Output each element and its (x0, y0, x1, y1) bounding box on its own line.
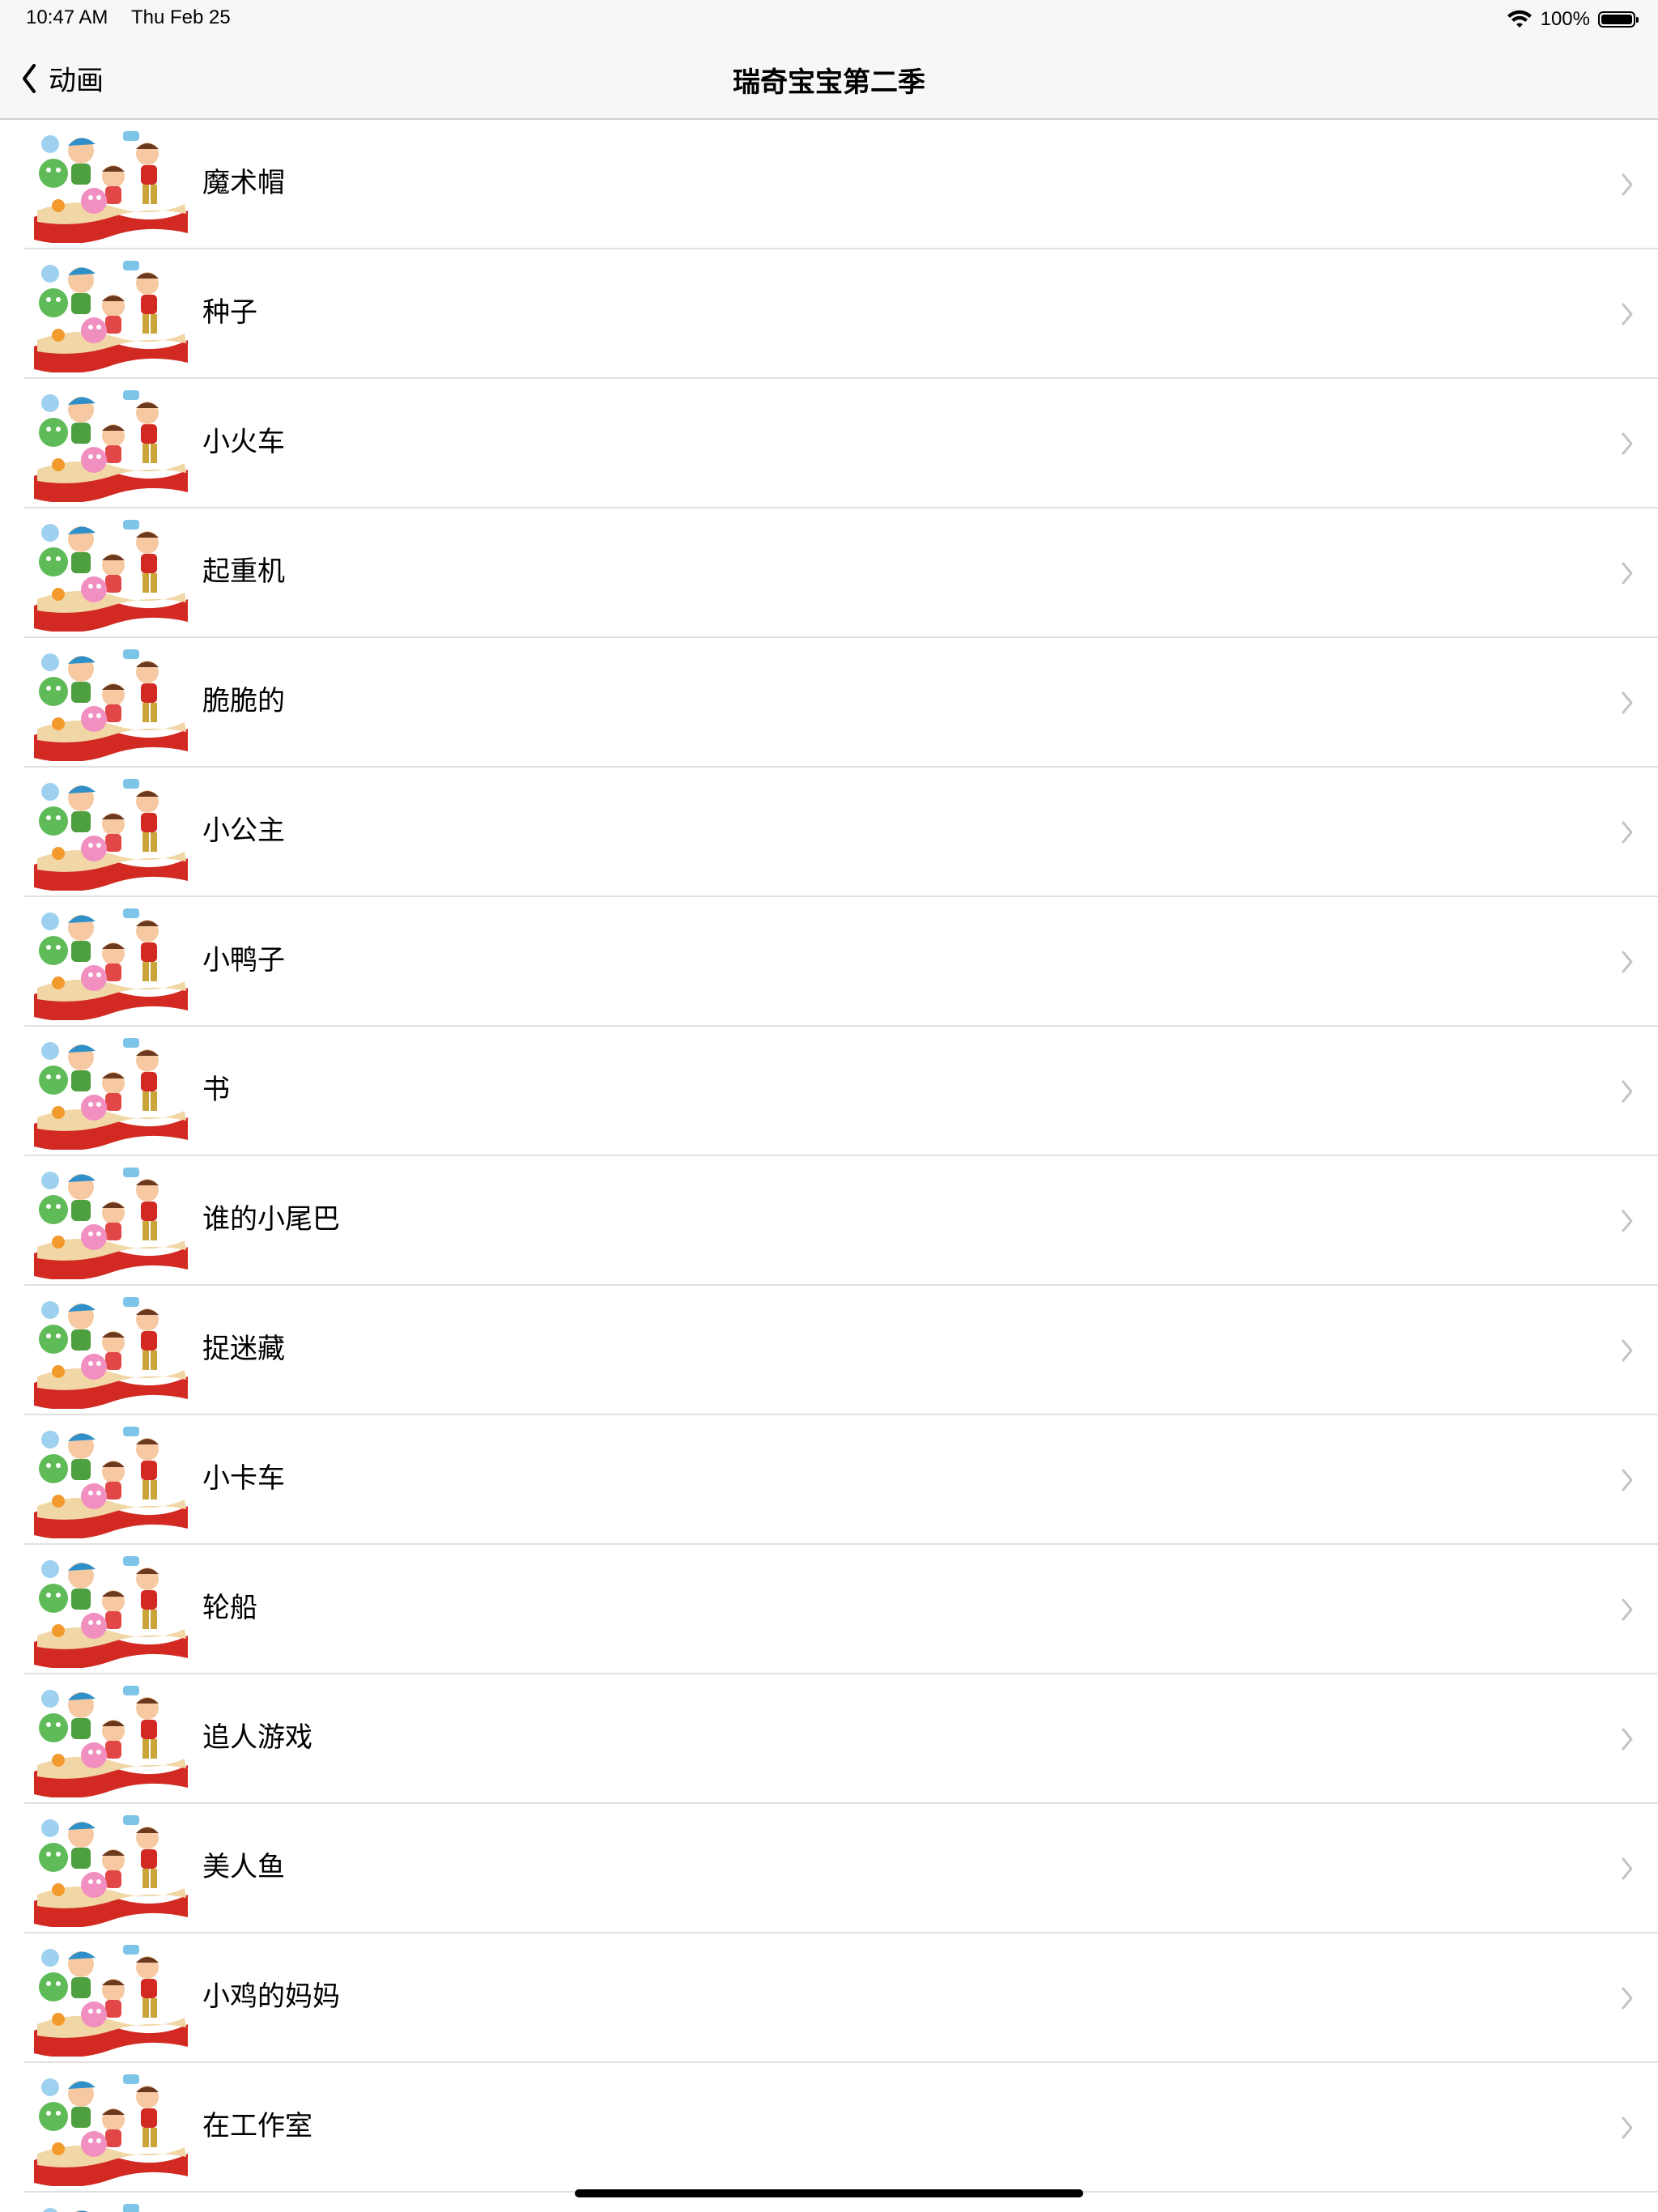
episode-thumbnail (26, 1422, 194, 1538)
episode-thumbnail (26, 515, 194, 632)
list-item[interactable]: 起重机 (24, 508, 1658, 638)
episode-thumbnail (26, 385, 194, 502)
episode-title: 小鸡的妈妈 (202, 1980, 340, 2013)
list-item[interactable]: 小鸭子 (24, 897, 1658, 1027)
home-indicator[interactable] (575, 2189, 1083, 2197)
list-item[interactable]: 小公主 (24, 768, 1658, 897)
episode-title: 轮船 (202, 1592, 257, 1624)
episode-title: 小公主 (202, 815, 285, 847)
episode-title: 在工作室 (202, 2110, 312, 2142)
episode-title: 书 (202, 1074, 230, 1106)
list-item[interactable]: 种子 (24, 249, 1658, 379)
chevron-right-icon (1622, 562, 1633, 585)
chevron-right-icon (1622, 1728, 1633, 1750)
list-item[interactable]: 捉迷藏 (24, 1286, 1658, 1415)
episode-thumbnail (26, 256, 194, 372)
episode-title: 小卡车 (202, 1462, 285, 1495)
chevron-right-icon (1622, 1857, 1633, 1880)
episode-title: 小火车 (202, 426, 285, 458)
wifi-icon (1507, 10, 1532, 28)
episode-title: 追人游戏 (202, 1721, 312, 1754)
chevron-right-icon (1622, 1210, 1633, 1232)
episode-thumbnail (26, 644, 194, 761)
episode-thumbnail (26, 904, 194, 1020)
episode-thumbnail (26, 126, 194, 243)
episode-thumbnail (26, 2069, 194, 2186)
list-item[interactable]: 小鸡的妈妈 (24, 1933, 1658, 2063)
episode-thumbnail (26, 1681, 194, 1797)
status-time: 10:47 AM (26, 6, 108, 28)
chevron-right-icon (1622, 173, 1633, 196)
episode-title: 谁的小尾巴 (202, 1203, 340, 1236)
page-title: 瑞奇宝宝第二季 (733, 66, 925, 99)
episode-list[interactable]: 魔术帽 种子 小火车 起重机 脆脆的 小公主 小鸭子 书 谁的小尾巴 捉迷藏 小… (0, 120, 1658, 2212)
episode-title: 捉迷藏 (202, 1333, 285, 1365)
chevron-right-icon (1622, 432, 1633, 455)
status-bar: 10:47 AM Thu Feb 25 100% (0, 0, 1658, 39)
list-item[interactable]: 谁的小尾巴 (24, 1156, 1658, 1286)
chevron-right-icon (1622, 691, 1633, 714)
chevron-right-icon (1622, 1469, 1633, 1491)
chevron-right-icon (1622, 1339, 1633, 1362)
episode-title: 起重机 (202, 555, 285, 588)
episode-thumbnail (26, 1163, 194, 1279)
chevron-right-icon (1622, 303, 1633, 325)
episode-thumbnail (26, 2199, 194, 2212)
chevron-right-icon (1622, 2116, 1633, 2139)
chevron-right-icon (1622, 951, 1633, 973)
battery-percentage: 100% (1540, 8, 1590, 30)
list-item[interactable]: 魔术帽 (24, 120, 1658, 249)
navigation-bar: 动画 瑞奇宝宝第二季 (0, 39, 1658, 120)
episode-title: 种子 (202, 296, 257, 329)
list-item[interactable]: 美人鱼 (24, 1804, 1658, 1933)
list-item[interactable]: 轮船 (24, 1545, 1658, 1674)
list-item[interactable]: 小卡车 (24, 1415, 1658, 1545)
list-item[interactable]: 小火车 (24, 379, 1658, 508)
list-item[interactable]: 在工作室 (24, 2063, 1658, 2193)
chevron-right-icon (1622, 1080, 1633, 1103)
chevron-right-icon (1622, 1987, 1633, 2010)
episode-thumbnail (26, 1033, 194, 1150)
battery-icon (1598, 11, 1639, 28)
episode-thumbnail (26, 1810, 194, 1927)
status-date: Thu Feb 25 (131, 6, 231, 28)
list-item[interactable]: 追人游戏 (24, 1674, 1658, 1804)
chevron-right-icon (1622, 821, 1633, 844)
episode-title: 美人鱼 (202, 1851, 285, 1883)
episode-thumbnail (26, 1940, 194, 2057)
status-indicators: 100% (1507, 5, 1639, 34)
episode-thumbnail (26, 1551, 194, 1668)
episode-thumbnail (26, 774, 194, 891)
list-item[interactable]: 书 (24, 1027, 1658, 1156)
chevron-right-icon (1622, 1598, 1633, 1621)
list-item[interactable]: 脆脆的 (24, 638, 1658, 768)
episode-title: 小鸭子 (202, 944, 285, 976)
episode-title: 脆脆的 (202, 685, 285, 717)
episode-thumbnail (26, 1292, 194, 1409)
episode-title: 魔术帽 (202, 167, 285, 199)
